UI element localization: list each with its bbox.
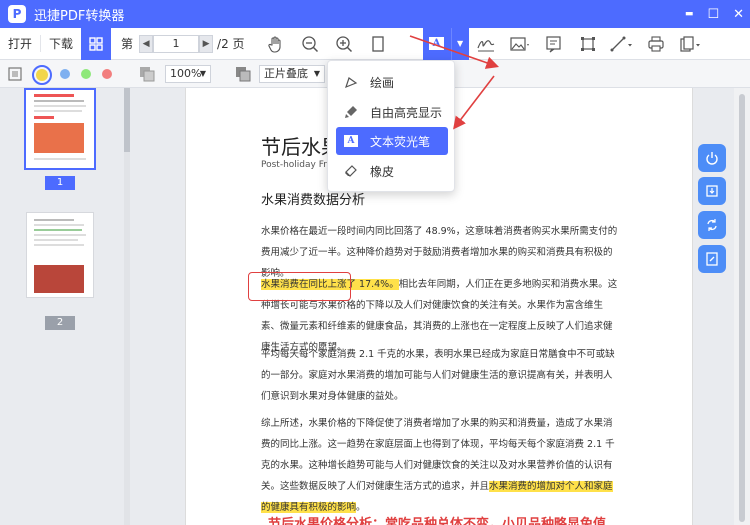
arrow-to-caret	[409, 35, 500, 69]
annotation-arrows	[409, 35, 500, 130]
arrow-to-menu-item	[453, 75, 495, 130]
